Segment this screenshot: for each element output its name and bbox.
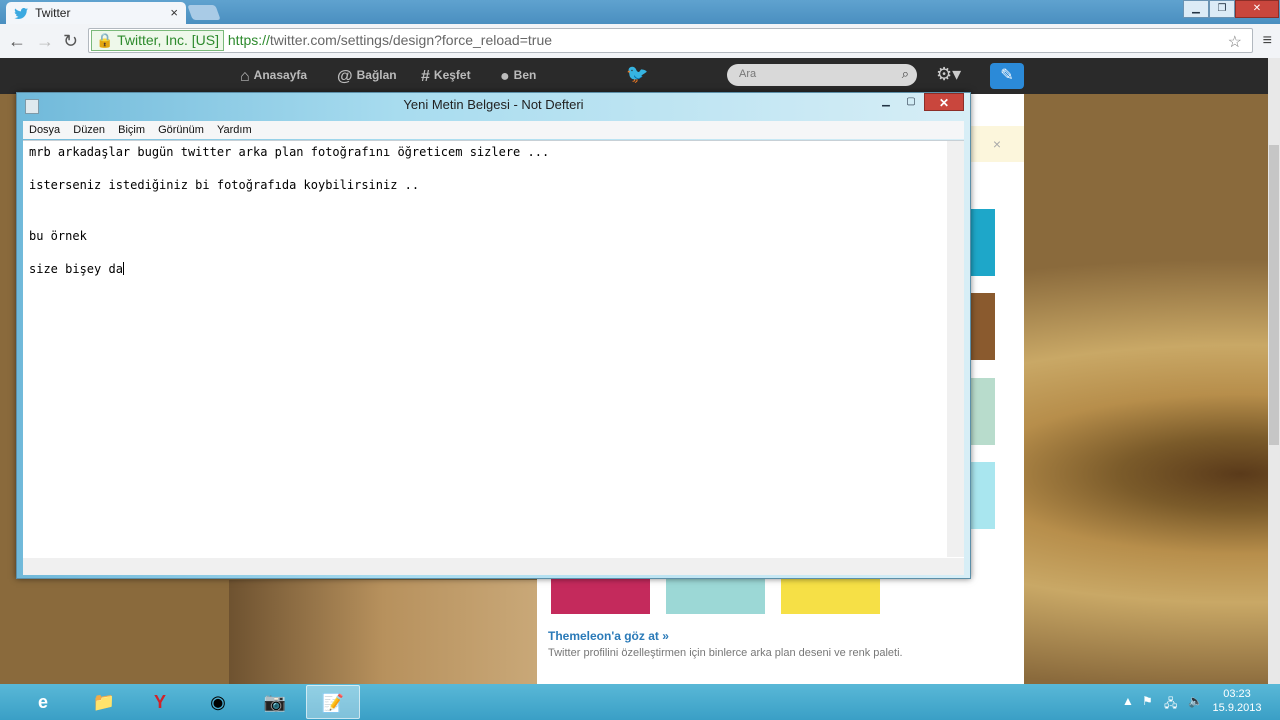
back-arrow-icon[interactable]: ← [8,31,26,52]
clock-time: 03:23 [1223,688,1251,700]
nav-discover[interactable]: # Keşfet [421,68,471,86]
alert-bar: × [970,126,1024,162]
theme-swatch[interactable] [971,293,995,360]
browser-toolbar: ← → ↻ 🔒 Twitter, Inc. [US] https://twitt… [0,24,1280,59]
search-icon[interactable]: ⌕ [902,66,909,82]
text-line: mrb arkadaşlar bugün twitter arka plan f… [29,145,550,159]
chrome-menu-icon[interactable]: ≡ [1263,32,1272,50]
home-icon: ⌂ [240,68,250,85]
text-line: bu örnek [29,229,87,243]
current-line-text: size bişey da [29,262,123,276]
menu-edit[interactable]: Düzen [73,121,105,139]
restore-window-button[interactable]: ❐ [1209,0,1235,18]
background-painting-left [229,580,537,684]
lock-icon: 🔒 [96,32,114,48]
volume-icon[interactable]: 🔈 [1188,694,1203,708]
twitter-logo-icon[interactable]: 🐦 [626,64,648,85]
taskbar-clock[interactable]: 03:23 15.9.2013 [1209,687,1265,715]
browser-tab[interactable]: Twitter × [6,2,186,24]
cert-label: Twitter, Inc. [US] [117,32,219,48]
tab-title: Twitter [35,6,71,20]
menu-file[interactable]: Dosya [29,121,60,139]
notepad-minimize-button[interactable]: ▁ [874,93,898,111]
notepad-taskbar-icon[interactable]: 📝 [306,685,360,719]
show-hidden-icons-icon[interactable]: ▲ [1122,694,1134,708]
theme-swatch[interactable] [971,209,995,276]
nav-me-label: Ben [513,68,537,82]
url-scheme: https:// [227,32,270,48]
address-bar[interactable]: 🔒 Twitter, Inc. [US] https://twitter.com… [88,28,1253,53]
notepad-horizontal-scrollbar[interactable] [23,558,964,575]
at-icon: @ [337,68,353,85]
twitter-topbar: ⌂ Anasayfa @ Bağlan # Keşfet ● Ben 🐦 Ara ⌕ ⚙▾… [0,58,1280,94]
forward-arrow-icon[interactable]: → [36,31,54,52]
notepad-close-button[interactable]: ✕ [924,93,964,111]
theme-swatch[interactable] [971,462,995,529]
notepad-maximize-button[interactable]: ▢ [899,93,923,111]
themeleon-link[interactable]: Themeleon'a göz at » [548,629,669,643]
compose-icon: ✎ [1000,67,1014,84]
camera-app-icon[interactable]: 📷 [248,685,302,719]
url-path: twitter.com/settings/design?force_reload… [269,32,553,48]
windows-taskbar: e 📁 Y ◉ 📷 📝 ▲ ⚑ 🖧 🔈 [0,684,1280,720]
compose-tweet-button[interactable]: ✎ [990,63,1024,89]
theme-swatch[interactable] [971,378,995,445]
nav-home[interactable]: ⌂ Anasayfa [240,68,307,86]
menu-help[interactable]: Yardım [217,121,252,139]
search-input[interactable]: Ara ⌕ [727,64,917,86]
hashtag-icon: # [421,68,430,85]
theme-thumbnail[interactable] [666,579,765,614]
bookmark-star-icon[interactable]: ☆ [1228,31,1242,54]
notepad-title: Yeni Metin Belgesi - Not Defteri [403,97,584,112]
action-center-flag-icon[interactable]: ⚑ [1142,694,1153,708]
chrome-tabstrip: Twitter × ▁ ❐ ✕ [0,0,1280,24]
chrome-icon[interactable]: ◉ [191,685,245,719]
menu-view[interactable]: Görünüm [158,121,204,139]
notepad-menubar: Dosya Düzen Biçim Görünüm Yardım [23,121,964,139]
theme-thumbnail[interactable] [781,579,880,614]
text-line: isterseniz istediğiniz bi fotoğrafıda ko… [29,178,420,192]
minimize-window-button[interactable]: ▁ [1183,0,1209,18]
clock-date: 15.9.2013 [1212,702,1262,714]
nav-home-label: Anasayfa [253,68,308,82]
text-line-current: size bişey da [29,262,124,276]
ev-certificate-badge[interactable]: 🔒 Twitter, Inc. [US] [91,30,224,51]
notepad-window: Yeni Metin Belgesi - Not Defteri ▁ ▢ ✕ D… [16,92,971,579]
alert-close-icon[interactable]: × [993,136,1001,152]
notepad-text-area[interactable]: mrb arkadaşlar bugün twitter arka plan f… [23,140,964,575]
themeleon-description: Twitter profilini özelleştirmen için bin… [548,647,903,659]
tab-close-icon[interactable]: × [170,5,178,20]
user-icon: ● [500,68,510,85]
nav-connect[interactable]: @ Bağlan [337,68,397,86]
close-window-button[interactable]: ✕ [1235,0,1279,18]
twitter-bird-icon [14,8,28,19]
notepad-vertical-scrollbar[interactable] [947,141,964,557]
text-caret [122,262,124,275]
page-scrollbar-thumb[interactable] [1269,145,1279,445]
network-icon[interactable]: 🖧 [1164,694,1177,715]
new-tab-button[interactable] [187,5,221,20]
gear-icon[interactable]: ⚙▾ [936,64,961,85]
nav-me[interactable]: ● Ben [500,68,536,86]
nav-discover-label: Keşfet [433,68,471,82]
nav-connect-label: Bağlan [356,68,397,82]
theme-thumbnail[interactable] [551,579,650,614]
internet-explorer-icon[interactable]: e [16,685,70,719]
reload-icon[interactable]: ↻ [63,31,78,52]
menu-format[interactable]: Biçim [118,121,145,139]
file-explorer-icon[interactable]: 📁 [77,685,131,719]
search-placeholder: Ara [739,68,757,80]
yandex-browser-icon[interactable]: Y [133,685,187,719]
